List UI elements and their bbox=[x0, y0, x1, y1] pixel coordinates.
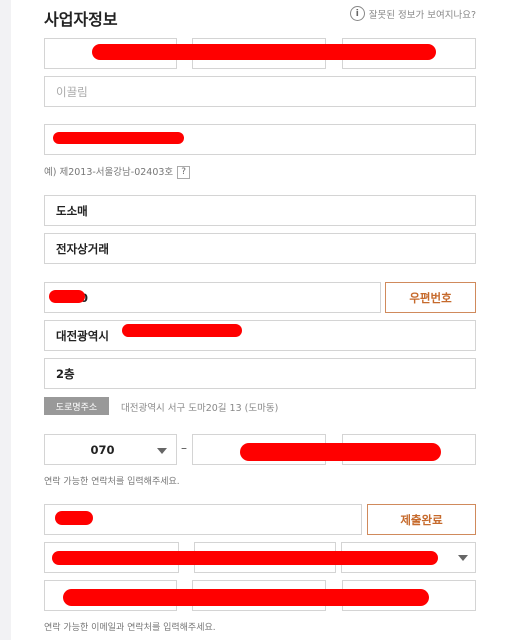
email-hint: 연락 가능한 이메일과 연락처를 입력해주세요. bbox=[44, 623, 216, 633]
phone-prefix-value: 070 bbox=[90, 442, 115, 457]
company-name-input[interactable]: 이끌림 bbox=[44, 76, 476, 107]
redaction-mark bbox=[92, 44, 436, 60]
business-type-input[interactable]: 도소매 bbox=[44, 195, 476, 226]
address-prefix: 대전광역시 bbox=[56, 328, 109, 343]
redaction-mark bbox=[49, 290, 85, 303]
business-item-input[interactable]: 전자상거래 bbox=[44, 233, 476, 264]
redaction-mark bbox=[52, 551, 438, 565]
redaction-mark bbox=[240, 443, 441, 461]
report-wrong-info-link[interactable]: i 잘못된 정보가 보여지나요? bbox=[349, 6, 476, 21]
page-title: 사업자정보 bbox=[44, 10, 118, 29]
registration-hint-text: 예) 제2013-서울강남-02403호 bbox=[44, 167, 174, 178]
postcode-input[interactable]: 0 bbox=[44, 282, 381, 313]
phone-hint: 연락 가능한 연락처를 입력해주세요. bbox=[44, 477, 180, 487]
question-icon[interactable]: ? bbox=[177, 166, 191, 179]
road-address-text: 대전광역시 서구 도마20길 13 (도마동) bbox=[121, 403, 279, 414]
redaction-mark bbox=[55, 511, 93, 525]
redaction-mark bbox=[122, 324, 242, 337]
submit-complete-button[interactable]: 제출완료 bbox=[367, 504, 476, 535]
postcode-search-button[interactable]: 우편번호 bbox=[385, 282, 476, 313]
registration-hint: 예) 제2013-서울강남-02403호? bbox=[44, 164, 191, 179]
info-icon: i bbox=[349, 6, 365, 21]
report-wrong-info-label: 잘못된 정보가 보여지나요? bbox=[368, 9, 476, 21]
redaction-mark bbox=[63, 589, 429, 606]
left-rail bbox=[0, 0, 11, 640]
address-detail-input[interactable]: 2층 bbox=[44, 358, 476, 389]
address-input[interactable]: 대전광역시 bbox=[44, 320, 476, 351]
chevron-down-icon bbox=[458, 555, 468, 561]
redaction-mark bbox=[53, 132, 184, 144]
chevron-down-icon bbox=[157, 448, 167, 454]
phone-dash: – bbox=[181, 441, 187, 455]
road-address-tag: 도로명주소 bbox=[44, 397, 109, 415]
